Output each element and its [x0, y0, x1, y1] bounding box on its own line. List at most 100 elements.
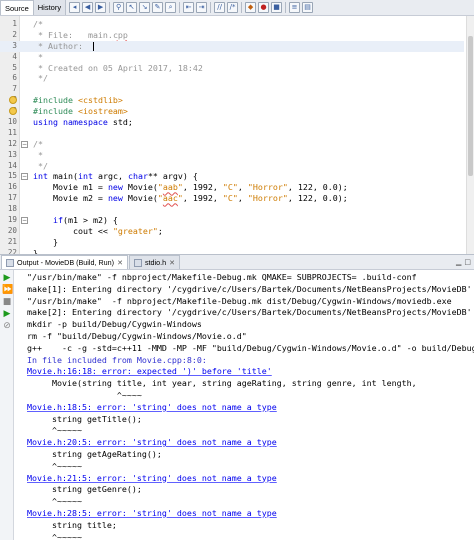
line-number: 3 [12, 40, 17, 50]
find-next-icon[interactable]: ↘ [139, 2, 151, 13]
fold-toggle-icon[interactable]: − [21, 173, 28, 181]
code-text: /* [33, 138, 43, 149]
code-text: * File: main.cpp [33, 29, 128, 40]
output-line: ^~~~~~ [27, 460, 82, 471]
line-number: 15 [7, 171, 17, 181]
code-line[interactable]: 18 [0, 204, 464, 215]
line-number: 4 [12, 51, 17, 61]
error-link[interactable]: Movie.h:18:5: error: 'string' does not n… [27, 402, 474, 414]
tab-stdio-h[interactable]: stdio.h ✕ [128, 255, 181, 269]
editor-scroll-thumb[interactable] [468, 36, 473, 176]
code-line[interactable]: 15− int main(int argc, char** argv) { [0, 171, 464, 182]
tab-output[interactable]: Output - MovieDB (Build, Run) ✕ [1, 255, 128, 269]
code-editor[interactable]: 1/* 2 * File: main.cpp 3 * Author: 4 * 5 * C… [0, 16, 474, 258]
close-icon[interactable]: ✕ [169, 259, 175, 267]
line-number: 13 [7, 149, 17, 159]
toolbar-buttons: ◂ ◀ ▶ ⚲ ↖ ↘ ✎ ⌕ ⇤ ⇥ ///* ◆ ● ■ ≡ ▤ [69, 2, 314, 13]
output-line: ^~~~~ [27, 389, 142, 400]
code-text: #include <cstdlib> [33, 95, 123, 106]
line-number: 5 [12, 62, 17, 72]
forward-icon[interactable]: ▶ [95, 2, 107, 13]
line-number: 7 [12, 84, 17, 94]
error-link[interactable]: Movie.h:21:5: error: 'string' does not n… [27, 473, 474, 485]
more-icon[interactable]: ▤ [302, 2, 314, 13]
code-line[interactable]: 13 * [0, 150, 464, 161]
code-line[interactable]: 9#include <iostream> [0, 106, 464, 117]
output-line: ^~~~~~ [27, 531, 82, 540]
back-icon[interactable]: ◀ [82, 2, 94, 13]
line-number: 11 [7, 127, 17, 137]
minimize-icon[interactable]: ▁ [456, 258, 461, 266]
line-number: 17 [7, 193, 17, 203]
error-link[interactable]: Movie.h:28:5: error: 'string' does not n… [27, 508, 474, 520]
code-line[interactable]: 16 Movie m1 = new Movie("aab", 1992, "C"… [0, 182, 464, 193]
fold-toggle-icon[interactable]: − [21, 217, 28, 225]
error-link[interactable]: Movie.h:16:18: error: expected ')' befor… [27, 366, 474, 378]
shift-left-icon[interactable]: ⇤ [183, 2, 195, 13]
code-line[interactable]: 20 cout << "greater"; [0, 226, 464, 237]
code-line[interactable]: 14 */ [0, 161, 464, 172]
rerun-icon[interactable]: ▶ [2, 273, 12, 283]
output-line: mkdir -p build/Debug/Cygwin-Windows [27, 319, 202, 330]
code-text: Movie m1 = new Movie("aab", 1992, "C", "… [33, 182, 348, 193]
code-line[interactable]: 19− if(m1 > m2) { [0, 215, 464, 226]
uncomment-icon[interactable]: /* [227, 2, 239, 13]
code-line[interactable]: 1 /* [0, 19, 464, 30]
code-line[interactable]: 2 * File: main.cpp [0, 30, 464, 41]
code-line[interactable]: 17 Movie m2 = new Movie("aac", 1992, "C"… [0, 193, 464, 204]
comment-icon[interactable]: // [214, 2, 226, 13]
error-link[interactable]: Movie.h:20:5: error: 'string' does not n… [27, 437, 474, 449]
header-file-icon [133, 258, 142, 267]
code-text: if(m1 > m2) { [52, 215, 118, 226]
diff-icon[interactable]: ≡ [289, 2, 301, 13]
shift-right-icon[interactable]: ⇥ [196, 2, 208, 13]
code-line[interactable]: 5 * Created on 05 April 2017, 18:42 [0, 63, 464, 74]
clear-output-icon[interactable]: ⊘ [2, 321, 12, 331]
maximize-icon[interactable]: □ [464, 258, 471, 266]
code-line[interactable]: 12−/* [0, 139, 464, 150]
close-icon[interactable]: ✕ [117, 259, 123, 267]
last-edit-icon[interactable]: ◂ [69, 2, 81, 13]
code-line[interactable]: 6 */ [0, 73, 464, 84]
code-line[interactable]: 8#include <cstdlib> [0, 95, 464, 106]
line-number: 16 [7, 182, 17, 192]
line-number: 12 [7, 138, 17, 148]
editor-scrollbar[interactable] [466, 16, 474, 254]
tab-history[interactable]: History [33, 0, 67, 15]
code-lines: 1/* 2 * File: main.cpp 3 * Author: 4 * 5 * C… [0, 19, 464, 259]
code-line[interactable]: 4 * [0, 52, 464, 63]
tab-source[interactable]: Source [0, 0, 34, 15]
line-number: 21 [7, 236, 17, 246]
output-tab-label: Output - MovieDB (Build, Run) [17, 258, 115, 267]
code-line[interactable]: 3 * Author: [0, 40, 464, 52]
rerun-with-args-icon[interactable]: ⏩ [2, 285, 13, 295]
fold-toggle-icon[interactable]: − [21, 140, 28, 148]
toolbar-separator [179, 2, 181, 13]
bookmark-icon[interactable]: ◆ [245, 2, 257, 13]
toggle-search-icon[interactable]: ⌕ [165, 2, 177, 13]
code-line[interactable]: 7 [0, 84, 464, 95]
find-selection-icon[interactable]: ⚲ [113, 2, 125, 13]
find-previous-icon[interactable]: ↖ [126, 2, 138, 13]
line-number: 18 [7, 204, 17, 214]
next-error-icon[interactable]: ▶ [2, 309, 12, 319]
toggle-highlight-icon[interactable]: ✎ [152, 2, 164, 13]
output-line: "/usr/bin/make" -f nbproject/Makefile-De… [27, 272, 417, 282]
output-window-controls: ▁ □ [456, 258, 471, 266]
line-number: 20 [7, 225, 17, 235]
output-line: "/usr/bin/make" -f nbproject/Makefile-De… [27, 295, 452, 306]
code-text: } [33, 236, 58, 247]
text-cursor [92, 41, 94, 51]
output-text[interactable]: "/usr/bin/make" -f nbproject/Makefile-De… [27, 272, 474, 540]
code-text: Movie m2 = new Movie("aac", 1992, "C", "… [33, 193, 348, 204]
code-line[interactable]: 21 } [0, 237, 464, 248]
line-number: 1 [12, 19, 17, 28]
stop-icon[interactable]: ■ [2, 297, 12, 307]
code-line[interactable]: 11 [0, 128, 464, 139]
start-macro-icon[interactable]: ● [258, 2, 270, 13]
code-text: * Created on 05 April 2017, 18:42 [33, 62, 203, 73]
code-line[interactable]: 10 using namespace std; [0, 117, 464, 128]
toolbar-separator [109, 2, 111, 13]
stdio-tab-label: stdio.h [144, 258, 167, 267]
stop-macro-icon[interactable]: ■ [271, 2, 283, 13]
